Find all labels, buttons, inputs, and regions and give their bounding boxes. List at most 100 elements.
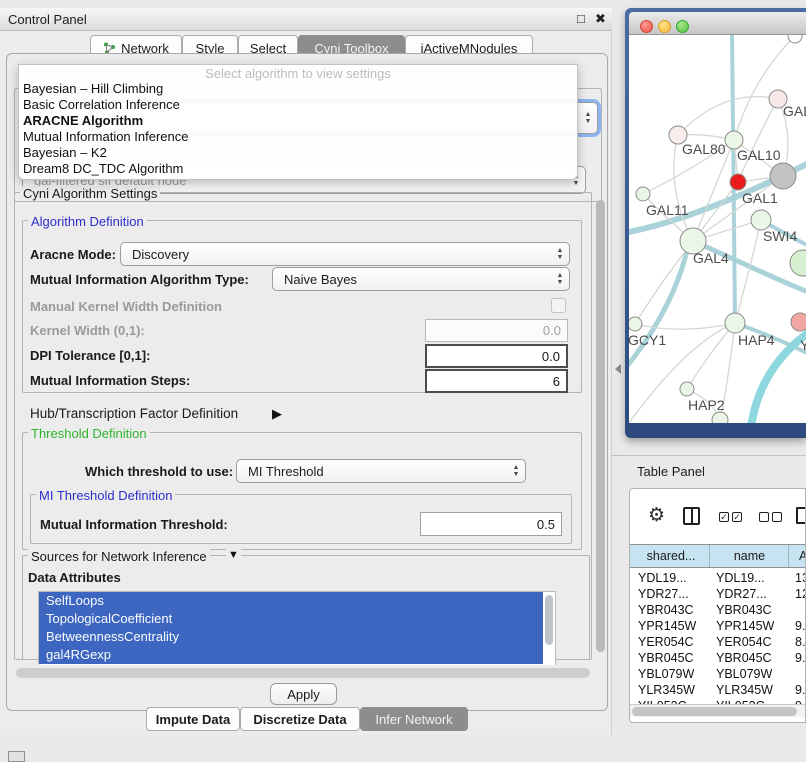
dropdown-item[interactable]: Bayesian – Hill Climbing	[19, 81, 577, 97]
node-label: HAP4	[738, 332, 775, 348]
cyni-settings-title: Cyni Algorithm Settings	[20, 186, 160, 201]
kernel-width-field[interactable]: 0.0	[425, 319, 568, 342]
mi-steps-label: Mutual Information Steps:	[30, 373, 190, 388]
list-item[interactable]: gal4RGexp	[39, 646, 543, 664]
unchecked-checkbox-icon[interactable]	[759, 512, 769, 522]
tab-impute-data[interactable]: Impute Data	[146, 707, 240, 731]
checked-checkbox-icon[interactable]: ✓	[719, 512, 729, 522]
panel-divider-arrow[interactable]	[615, 364, 621, 374]
tab-discretize-data[interactable]: Discretize Data	[240, 707, 360, 731]
dropdown-item[interactable]: Basic Correlation Inference	[19, 97, 577, 113]
manual-kernel-label: Manual Kernel Width Definition	[30, 299, 222, 314]
algorithm-dropdown-popup: Select algorithm to view settings Bayesi…	[18, 64, 578, 180]
close-traffic-light[interactable]	[640, 20, 653, 33]
node-salmon[interactable]	[791, 313, 806, 331]
mi-steps-field[interactable]: 6	[425, 369, 568, 393]
apply-button[interactable]: Apply	[270, 683, 337, 705]
algorithm-definition-title: Algorithm Definition	[28, 214, 147, 229]
node-label: HAP2	[688, 397, 725, 413]
kernel-width-label: Kernel Width (0,1):	[30, 323, 145, 338]
dropdown-placeholder: Select algorithm to view settings	[19, 65, 577, 81]
which-threshold-combobox[interactable]: MI Threshold ▲▼	[236, 459, 526, 483]
close-window-icon[interactable]: ✖	[595, 11, 606, 27]
dropdown-item[interactable]: Mutual Information Inference	[19, 129, 577, 145]
mi-algorithm-type-label: Mutual Information Algorithm Type:	[30, 272, 249, 287]
table-panel-title: Table Panel	[637, 464, 705, 479]
zoom-traffic-light[interactable]	[676, 20, 689, 33]
node-hap4[interactable]	[725, 313, 745, 333]
node-label: SWI4	[763, 228, 797, 244]
mi-threshold-field[interactable]: 0.5	[420, 512, 562, 536]
data-attributes-list: SelfLoops TopologicalCoefficient Between…	[38, 591, 556, 665]
list-item[interactable]: SelfLoops	[39, 592, 543, 610]
float-window-icon[interactable]: □	[577, 11, 585, 26]
unchecked-checkbox-icon[interactable]	[772, 512, 782, 522]
document-icon[interactable]	[796, 507, 806, 524]
manual-kernel-checkbox[interactable]	[551, 298, 566, 313]
gear-icon[interactable]: ⚙	[648, 504, 665, 527]
columns-icon[interactable]	[683, 507, 700, 525]
settings-horizontal-scrollbar[interactable]	[16, 668, 590, 678]
node-label: GAL	[783, 103, 806, 119]
settings-vertical-scrollbar[interactable]	[596, 200, 605, 652]
list-item[interactable]: BetweennessCentrality	[39, 628, 543, 646]
table-panel-body: ⚙ ✓ ✓ shared... name A YDL19... YDL19...…	[629, 488, 806, 723]
threshold-definition-title: Threshold Definition	[28, 426, 150, 441]
combo-arrows-icon: ▲▼	[551, 272, 569, 286]
combo-arrows-icon: ▲▼	[507, 464, 525, 478]
minimize-traffic-light[interactable]	[658, 20, 671, 33]
hub-section-label: Hub/Transcription Factor Definition	[30, 406, 238, 421]
dpi-tolerance-field[interactable]: 0.0	[425, 344, 568, 368]
node-swi4[interactable]	[790, 250, 806, 276]
node-gcy1[interactable]	[629, 317, 642, 331]
dropdown-item[interactable]: Dream8 DC_TDC Algorithm	[19, 161, 577, 177]
column-header[interactable]: A	[790, 545, 806, 567]
aracne-mode-label: Aracne Mode:	[30, 247, 116, 262]
table-horizontal-scrollbar[interactable]	[630, 704, 806, 717]
node-hap2[interactable]	[680, 382, 694, 396]
combo-arrows-icon: ▲▼	[579, 111, 597, 125]
dropdown-item[interactable]: Bayesian – K2	[19, 145, 577, 161]
dropdown-item-selected[interactable]: ARACNE Algorithm	[19, 113, 577, 129]
aracne-mode-combobox[interactable]: Discovery ▲▼	[120, 242, 570, 266]
node-label: GAL11	[646, 202, 689, 218]
combo-arrows-icon: ▲▼	[551, 247, 569, 261]
node-label: GAL4	[693, 250, 729, 266]
column-header[interactable]: name	[711, 545, 789, 567]
footer-panel-icon[interactable]	[8, 751, 25, 762]
node-bottom[interactable]	[712, 412, 728, 423]
node-label: GAL1	[742, 190, 778, 206]
list-item[interactable]: TopologicalCoefficient	[39, 610, 543, 628]
node-gal11[interactable]	[636, 187, 650, 201]
which-threshold-label: Which threshold to use:	[85, 464, 233, 479]
checked-checkbox-icon[interactable]: ✓	[732, 512, 742, 522]
node-label: GCY1	[629, 332, 666, 348]
control-panel-window: Control Panel □ ✖ Network Style Select C…	[0, 8, 612, 735]
table-header-row: shared... name A	[630, 544, 806, 568]
column-header[interactable]: shared...	[633, 545, 710, 567]
mi-threshold-group-title: MI Threshold Definition	[36, 488, 175, 503]
tab-infer-network[interactable]: Infer Network	[360, 707, 468, 731]
scrollbar-thumb[interactable]	[632, 707, 797, 716]
table-rows: YDL19... YDL19... 13 YDR27... YDR27... 1…	[630, 568, 806, 704]
control-panel-titlebar: Control Panel □ ✖	[0, 8, 612, 31]
node-label: GAL10	[737, 147, 781, 163]
collapse-arrow-icon[interactable]: ▼	[226, 549, 241, 561]
node-gray[interactable]	[770, 163, 796, 189]
network-view-window: GAL GAL80 GAL10 GAL11 GAL1 SWI4 GAL4 GCY…	[625, 8, 806, 438]
network-canvas[interactable]: GAL GAL80 GAL10 GAL11 GAL1 SWI4 GAL4 GCY…	[629, 35, 806, 423]
list-vertical-scrollbar[interactable]	[545, 595, 553, 645]
mi-algorithm-type-combobox[interactable]: Naive Bayes ▲▼	[272, 267, 570, 291]
sources-group-title: Sources for Network Inference	[28, 549, 210, 564]
node-gal1[interactable]	[751, 210, 771, 230]
mi-threshold-label: Mutual Information Threshold:	[40, 517, 228, 532]
network-window-titlebar	[629, 12, 806, 35]
node-label: GAL80	[682, 141, 726, 157]
control-panel-title: Control Panel	[8, 12, 87, 27]
node-red[interactable]	[730, 174, 746, 190]
node-label: Y	[800, 337, 806, 353]
table-panel-header: Table Panel	[612, 455, 806, 485]
data-attributes-label: Data Attributes	[28, 570, 121, 585]
dpi-tolerance-label: DPI Tolerance [0,1]:	[30, 348, 150, 363]
expand-arrow-icon[interactable]: ▶	[272, 406, 282, 422]
